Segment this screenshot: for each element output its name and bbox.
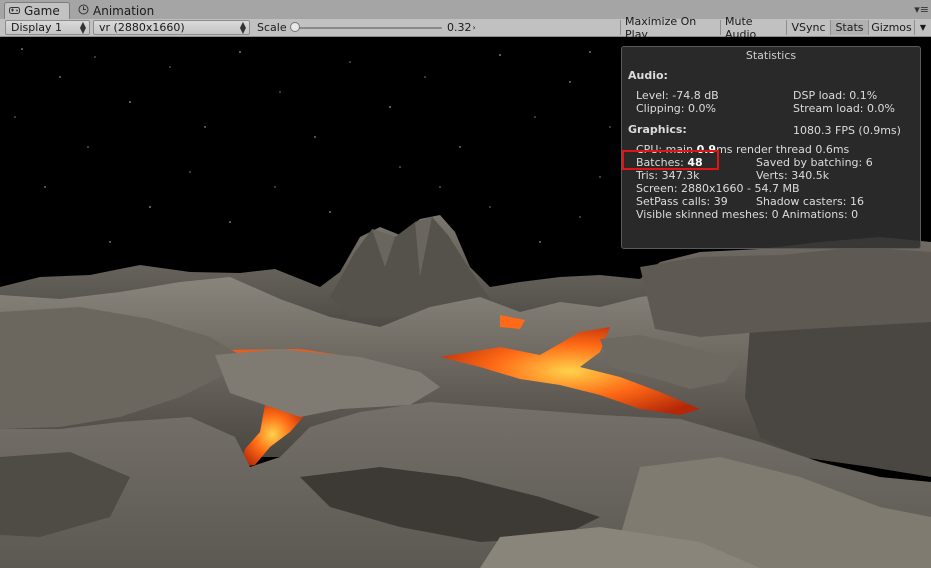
- graphics-fps: 1080.3 FPS (0.9ms): [793, 124, 901, 137]
- game-icon: [9, 4, 20, 18]
- tab-animation[interactable]: Animation: [78, 2, 168, 19]
- statistics-title: Statistics: [745, 49, 797, 62]
- resolution-dropdown[interactable]: vr (2880x1660) ▲ ▼: [93, 20, 250, 35]
- display-dropdown-label: Display 1: [11, 21, 63, 34]
- gizmos-button[interactable]: Gizmos: [868, 20, 914, 35]
- gizmos-dropdown-arrow-icon[interactable]: ▼: [914, 20, 931, 35]
- statistics-panel: Statistics Audio: Level: -74.8 dB DSP lo…: [621, 46, 921, 249]
- graphics-shadow-casters: Shadow casters: 16: [756, 195, 864, 208]
- graphics-header: Graphics:: [628, 123, 687, 136]
- batches-highlight-box: [622, 150, 719, 170]
- animation-icon: [78, 4, 89, 18]
- tab-strip: Game Animation ▾≡: [0, 0, 931, 20]
- game-view-window: Game Animation ▾≡ Display 1 ▲ ▼ vr (2880x…: [0, 0, 931, 568]
- graphics-tris: Tris: 347.3k: [636, 169, 700, 182]
- graphics-skinned-meshes: Visible skinned meshes: 0 Animations: 0: [636, 208, 859, 221]
- graphics-setpass: SetPass calls: 39: [636, 195, 728, 208]
- audio-header: Audio:: [628, 69, 668, 82]
- mute-audio-button[interactable]: Mute Audio: [720, 15, 786, 41]
- audio-dsp-load: DSP load: 0.1%: [793, 89, 878, 102]
- scale-label: Scale: [257, 21, 287, 34]
- right-upper-rock: [640, 247, 931, 337]
- dropdown-arrows-icon: ▲ ▼: [239, 20, 246, 35]
- audio-level: Level: -74.8 dB: [636, 89, 719, 102]
- vsync-button[interactable]: VSync: [786, 20, 830, 35]
- tab-animation-label: Animation: [93, 3, 155, 18]
- window-menu-icon[interactable]: ▾≡: [914, 3, 929, 16]
- graphics-saved-by-batching: Saved by batching: 6: [756, 156, 873, 169]
- scale-slider-track[interactable]: [292, 27, 442, 29]
- dropdown-arrows-icon: ▲ ▼: [79, 20, 86, 35]
- display-dropdown[interactable]: Display 1 ▲ ▼: [5, 20, 90, 35]
- cpu-suffix: ms render thread 0.6ms: [716, 143, 850, 156]
- star-field: [14, 48, 611, 243]
- graphics-verts: Verts: 340.5k: [756, 169, 830, 182]
- tab-game-label: Game: [24, 4, 60, 18]
- audio-clipping: Clipping: 0.0%: [636, 102, 716, 115]
- graphics-screen: Screen: 2880x1660 - 54.7 MB: [636, 182, 800, 195]
- game-toolbar: Display 1 ▲ ▼ vr (2880x1660) ▲ ▼ Scale 0.3…: [0, 15, 931, 41]
- maximize-on-play-button[interactable]: Maximize On Play: [620, 15, 720, 41]
- scale-slider-thumb[interactable]: [290, 22, 300, 32]
- audio-stream-load: Stream load: 0.0%: [793, 102, 895, 115]
- stats-button[interactable]: Stats: [830, 20, 868, 35]
- resolution-dropdown-label: vr (2880x1660): [99, 21, 185, 34]
- tab-game[interactable]: Game: [4, 2, 70, 19]
- scale-value-text: 0.32: [447, 21, 472, 34]
- scale-value: 0.32 ›: [447, 21, 476, 34]
